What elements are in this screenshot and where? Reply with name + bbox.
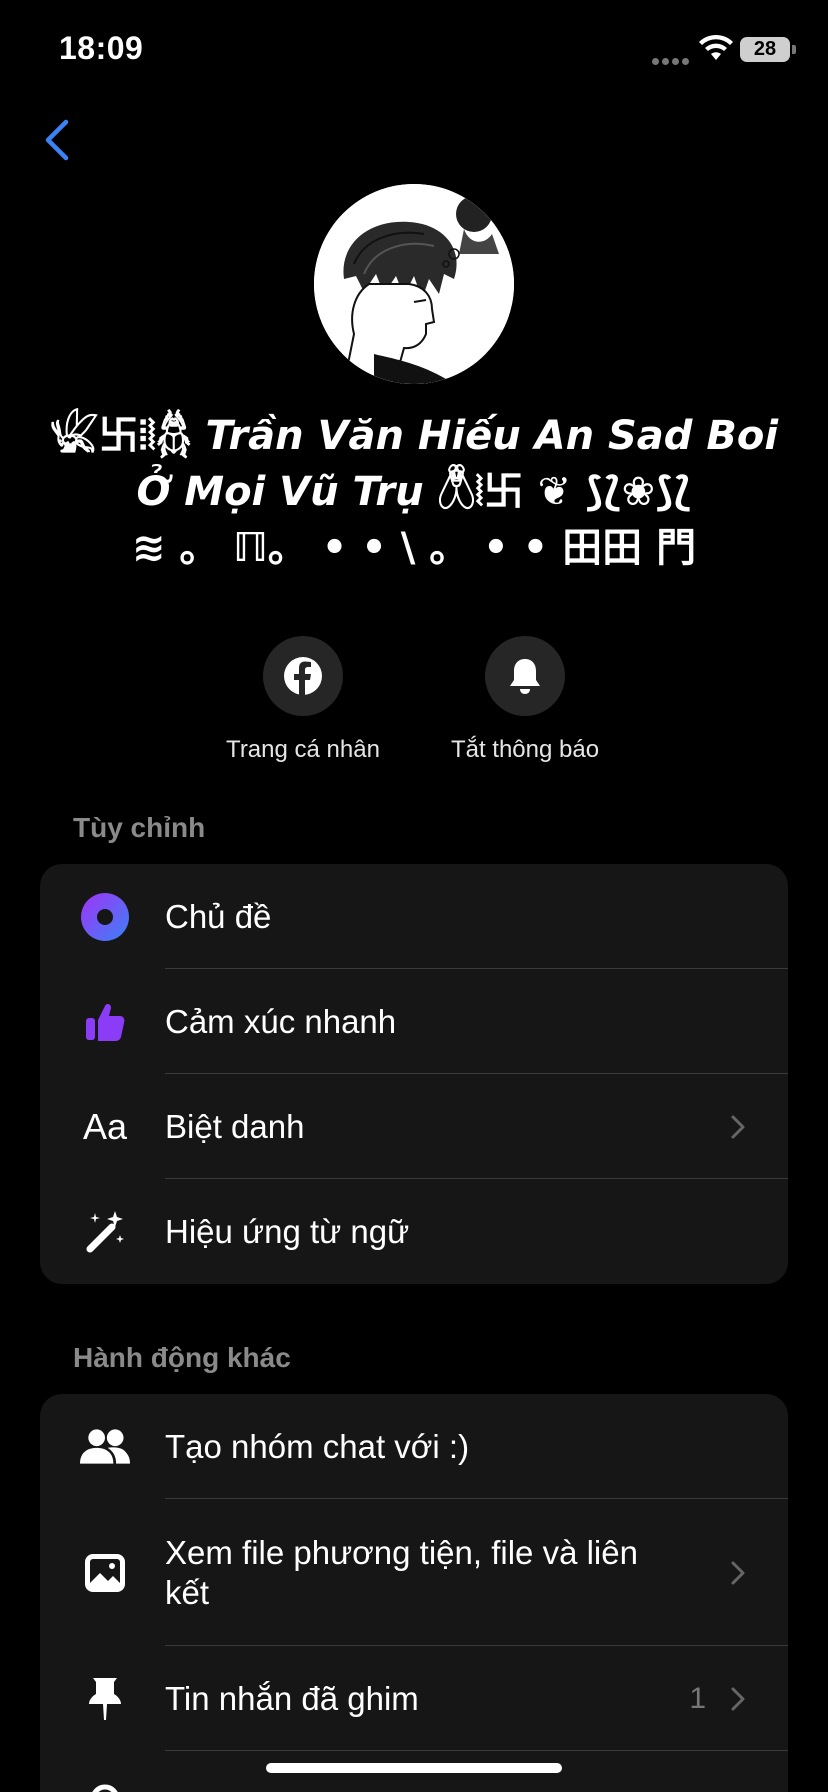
- pinned-count: 1: [689, 1681, 706, 1715]
- chevron-right-icon: [731, 1687, 745, 1710]
- list-item-label: Xem file phương tiện, file và liên kết: [165, 1533, 638, 1611]
- avatar-artwork: [314, 184, 514, 384]
- list-item-quick-reaction[interactable]: Cảm xúc nhanh: [40, 969, 788, 1074]
- wifi-icon: [699, 34, 733, 60]
- battery-tip: [792, 45, 796, 54]
- list-item-label: Chủ đề: [165, 897, 272, 935]
- facebook-icon: [284, 657, 322, 695]
- list-item-create-group[interactable]: Tạo nhóm chat với :): [40, 1394, 788, 1499]
- cellular-signal-icon: [652, 52, 692, 65]
- pin-icon: [80, 1674, 130, 1724]
- location-icon: [80, 1779, 130, 1792]
- name-main-line-2: Ở Mọi Vũ Trụ: [136, 469, 438, 515]
- name-decoration-suffix: 𓆦⦚卐 ❦ ⟆⟅❀⟆⟅: [437, 469, 692, 515]
- list-item-nickname[interactable]: Aa Biệt danh: [40, 1074, 788, 1179]
- text-aa-icon: Aa: [80, 1102, 130, 1152]
- thumbs-up-icon: [80, 997, 130, 1047]
- magic-wand-icon: [80, 1207, 130, 1257]
- back-chevron-icon[interactable]: [38, 112, 82, 168]
- list-item-label: Tin nhắn đã ghim: [165, 1679, 419, 1717]
- bell-icon: [510, 659, 540, 694]
- text-aa-glyph: Aa: [82, 1105, 128, 1147]
- status-bar: 18:09 28: [0, 0, 828, 100]
- mute-action-circle[interactable]: [485, 636, 565, 716]
- section-title-other-actions: Hành động khác: [73, 1342, 291, 1373]
- list-item-media-files-links[interactable]: Xem file phương tiện, file và liên kết: [40, 1499, 788, 1646]
- profile-action-label: Trang cá nhân: [226, 736, 380, 763]
- people-icon: [80, 1422, 130, 1472]
- name-decoration-line-3: ≋ 。 ℿ。 • • \ 。 • • 田田 門: [131, 525, 697, 571]
- profile-action[interactable]: Trang cá nhân: [193, 636, 413, 764]
- other-actions-card: Tạo nhóm chat với :) Xem file phương tiệ…: [40, 1394, 788, 1792]
- avatar[interactable]: [314, 184, 514, 384]
- list-item-label: Cảm xúc nhanh: [165, 1002, 397, 1040]
- theme-circle-icon: [80, 892, 130, 942]
- name-main-line-1: Trần Văn Hiếu An Sad Boi: [205, 413, 779, 459]
- list-item-theme[interactable]: Chủ đề: [40, 864, 788, 969]
- profile-name: 𓆤卐⦙⦚𓆣 Trần Văn Hiếu An Sad Boi Ở Mọi Vũ …: [30, 408, 798, 576]
- home-indicator[interactable]: [266, 1763, 562, 1773]
- image-icon: [80, 1548, 130, 1598]
- mute-action[interactable]: Tắt thông báo: [415, 636, 635, 764]
- status-time: 18:09: [59, 30, 144, 66]
- profile-action-circle[interactable]: [263, 636, 343, 716]
- list-item-word-effects[interactable]: Hiệu ứng từ ngữ: [40, 1179, 788, 1284]
- name-decoration-prefix: 𓆤卐⦙⦚𓆣: [49, 413, 206, 459]
- customize-card: Chủ đề Cảm xúc nhanh Aa Biệt danh Hiệu ứ…: [40, 864, 788, 1284]
- mute-action-label: Tắt thông báo: [450, 736, 600, 763]
- list-item-label: Hiệu ứng từ ngữ: [165, 1212, 410, 1250]
- chevron-right-icon: [731, 1561, 745, 1584]
- list-item-label: Biệt danh: [165, 1107, 305, 1145]
- list-item-pinned-messages[interactable]: Tin nhắn đã ghim 1: [40, 1646, 788, 1751]
- chevron-right-icon: [731, 1115, 745, 1138]
- list-item-label: Tạo nhóm chat với :): [165, 1427, 470, 1465]
- battery-level: 28: [740, 37, 790, 62]
- section-title-customize: Tùy chỉnh: [73, 812, 206, 843]
